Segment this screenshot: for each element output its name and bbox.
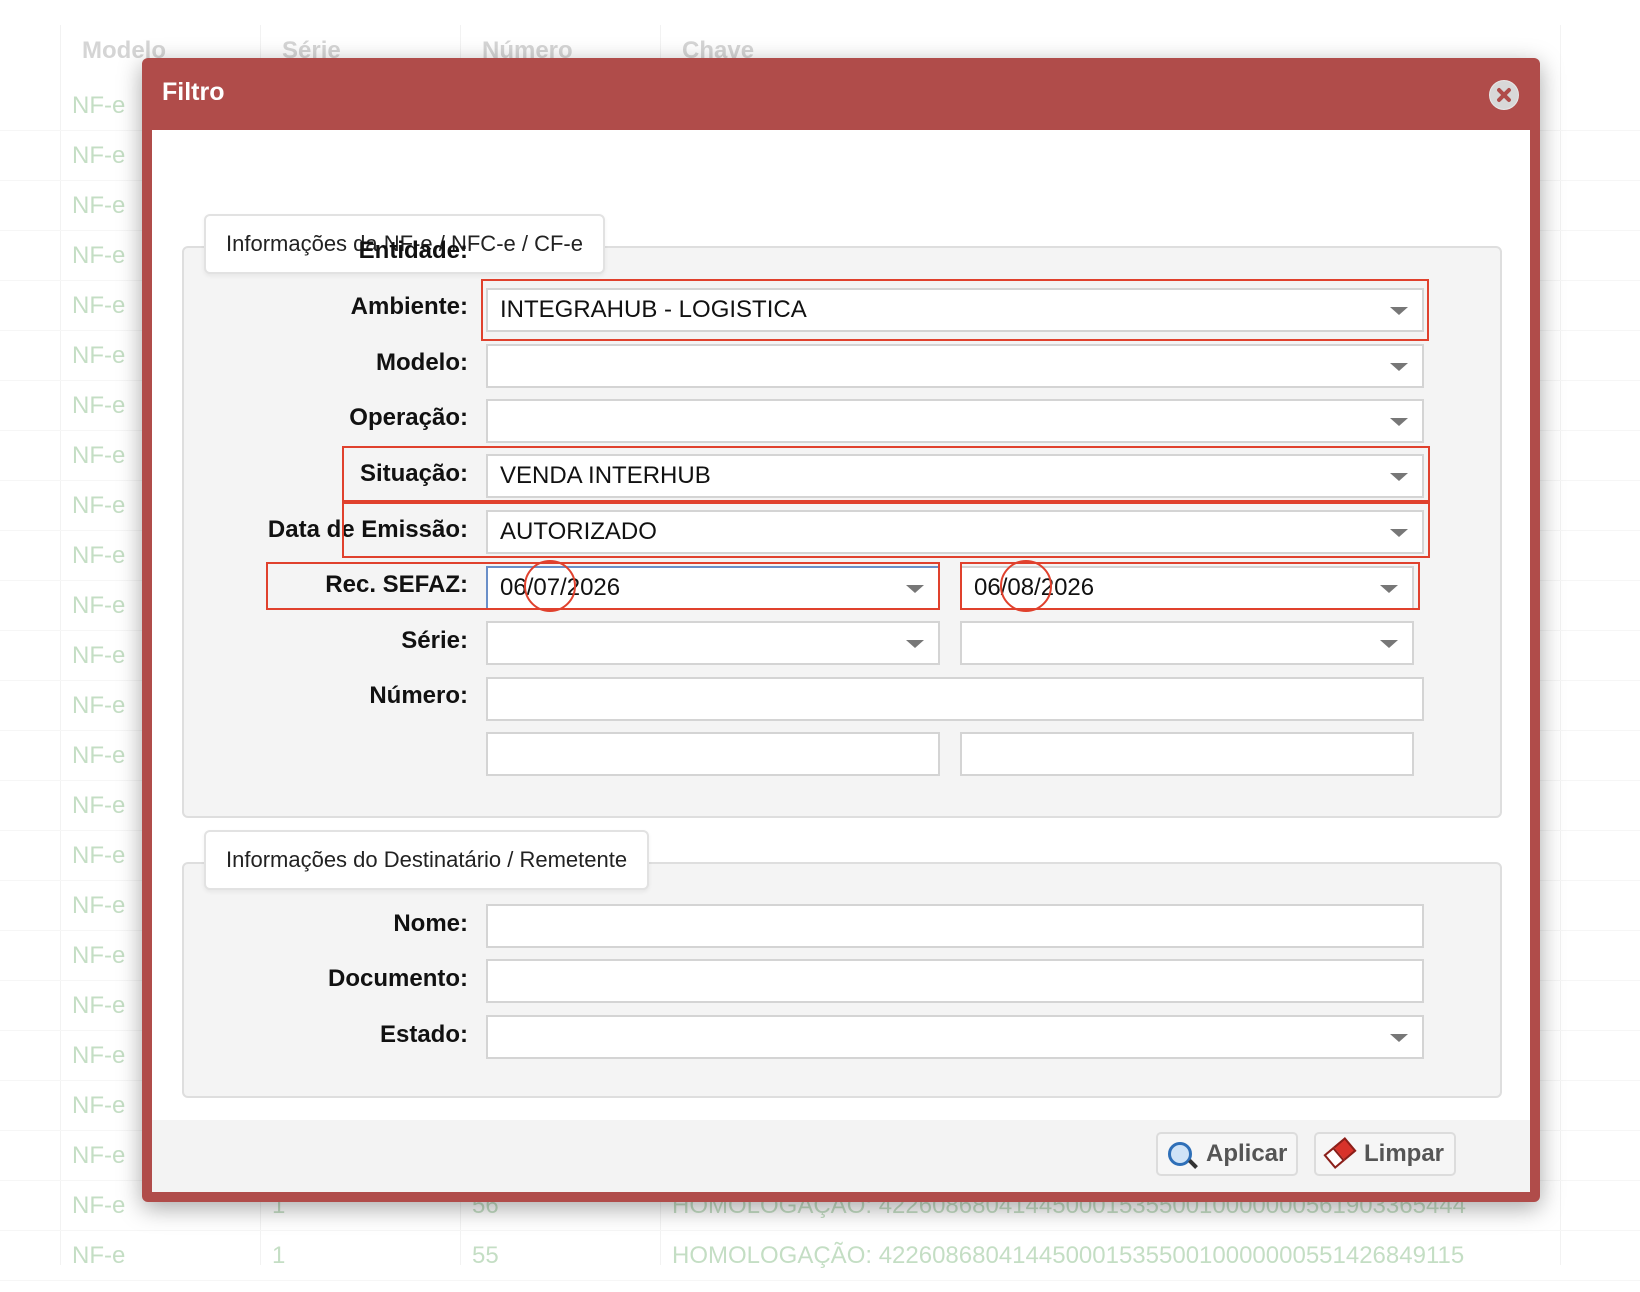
entidade-value: INTEGRAHUB - LOGISTICA: [500, 296, 807, 323]
cell-modelo: NF-e: [72, 92, 126, 119]
apply-button[interactable]: Aplicar: [1156, 1132, 1298, 1176]
table-row[interactable]: NF-e 1 55 HOMOLOGAÇÃO: 42260868041445000153…: [0, 1230, 1640, 1281]
chevron-down-icon: [1380, 585, 1398, 593]
cell-modelo: NF-e: [72, 1042, 126, 1069]
numero-label: Número:: [369, 682, 468, 709]
chevron-down-icon: [1390, 529, 1408, 537]
cell-modelo: NF-e: [72, 642, 126, 669]
chevron-down-icon: [1380, 640, 1398, 648]
cell-numero: 55: [472, 1242, 499, 1269]
rec-sefaz-to[interactable]: [960, 621, 1414, 665]
cell-serie: 1: [272, 1242, 286, 1269]
clear-button-label: Limpar: [1364, 1140, 1445, 1167]
cell-modelo: NF-e: [72, 142, 126, 169]
serie-label: Série:: [401, 627, 468, 654]
numero-to-input[interactable]: [960, 732, 1414, 776]
cell-modelo: NF-e: [72, 492, 126, 519]
dialog-body: Informações da NF-e / NFC-e / CF-e Entid…: [152, 130, 1530, 1192]
destinatario-legend: Informações do Destinatário / Remetente: [204, 830, 650, 890]
chevron-down-icon: [1390, 1034, 1408, 1042]
documento-input[interactable]: [486, 959, 1424, 1003]
cell-modelo: NF-e: [72, 192, 126, 219]
operacao-label: Operação:: [349, 404, 468, 431]
cell-modelo: NF-e: [72, 342, 126, 369]
ambiente-label: Ambiente:: [350, 293, 468, 320]
data-emissao-from-value: 06/07/2026: [500, 574, 621, 601]
cell-modelo: NF-e: [72, 542, 126, 569]
eraser-icon: [1323, 1137, 1357, 1169]
cell-modelo: NF-e: [72, 992, 126, 1019]
chevron-down-icon: [1390, 363, 1408, 371]
estado-select[interactable]: [486, 1015, 1424, 1059]
cell-modelo: NF-e: [72, 442, 126, 469]
cell-modelo: NF-e: [72, 1242, 126, 1269]
nome-label: Nome:: [393, 910, 468, 937]
dialog-footer: Aplicar Limpar: [152, 1120, 1530, 1192]
ambiente-select[interactable]: [486, 344, 1424, 388]
modelo-select[interactable]: [486, 399, 1424, 443]
search-icon: [1168, 1142, 1192, 1166]
cell-modelo: NF-e: [72, 792, 126, 819]
cell-modelo: NF-e: [72, 592, 126, 619]
entidade-label: Entidade:: [358, 237, 468, 264]
entidade-select[interactable]: INTEGRAHUB - LOGISTICA: [486, 288, 1424, 332]
chevron-down-icon: [906, 585, 924, 593]
numero-from-input[interactable]: [486, 732, 940, 776]
nome-input[interactable]: [486, 904, 1424, 948]
cell-modelo: NF-e: [72, 1142, 126, 1169]
cell-chave: HOMOLOGAÇÃO: 422608680414450001535500100…: [672, 1242, 1465, 1269]
operacao-select[interactable]: VENDA INTERHUB: [486, 454, 1424, 498]
situacao-select[interactable]: AUTORIZADO: [486, 510, 1424, 554]
filter-dialog: Filtro Informações da NF-e / NFC-e / CF-…: [142, 58, 1540, 1202]
cell-modelo: NF-e: [72, 242, 126, 269]
cell-modelo: NF-e: [72, 1092, 126, 1119]
estado-label: Estado:: [379, 1021, 468, 1048]
chevron-down-icon: [1390, 418, 1408, 426]
cell-modelo: NF-e: [72, 892, 126, 919]
chevron-down-icon: [906, 640, 924, 648]
rec-sefaz-label: Rec. SEFAZ:: [325, 571, 468, 598]
situacao-label: Situação:: [359, 460, 468, 487]
cell-modelo: NF-e: [72, 742, 126, 769]
apply-button-label: Aplicar: [1206, 1140, 1288, 1167]
serie-input[interactable]: [486, 677, 1424, 721]
cell-modelo: NF-e: [72, 692, 126, 719]
modelo-label: Modelo:: [376, 349, 468, 376]
dialog-title: Filtro: [162, 78, 225, 106]
chevron-down-icon: [1390, 473, 1408, 481]
chevron-down-icon: [1390, 307, 1408, 315]
rec-sefaz-from[interactable]: [486, 621, 940, 665]
cell-modelo: NF-e: [72, 942, 126, 969]
cell-modelo: NF-e: [72, 1192, 126, 1219]
data-emissao-to-value: 06/08/2026: [974, 574, 1095, 601]
operacao-value: VENDA INTERHUB: [500, 462, 711, 489]
situacao-value: AUTORIZADO: [500, 518, 657, 545]
cell-modelo: NF-e: [72, 292, 126, 319]
data-emissao-from[interactable]: 06/07/2026: [486, 566, 940, 610]
cell-modelo: NF-e: [72, 842, 126, 869]
data-emissao-label: Data de Emissão:: [267, 516, 468, 543]
documento-label: Documento:: [328, 965, 468, 992]
close-icon[interactable]: [1487, 78, 1521, 112]
data-emissao-to[interactable]: 06/08/2026: [960, 566, 1414, 610]
clear-button[interactable]: Limpar: [1314, 1132, 1456, 1176]
cell-modelo: NF-e: [72, 392, 126, 419]
